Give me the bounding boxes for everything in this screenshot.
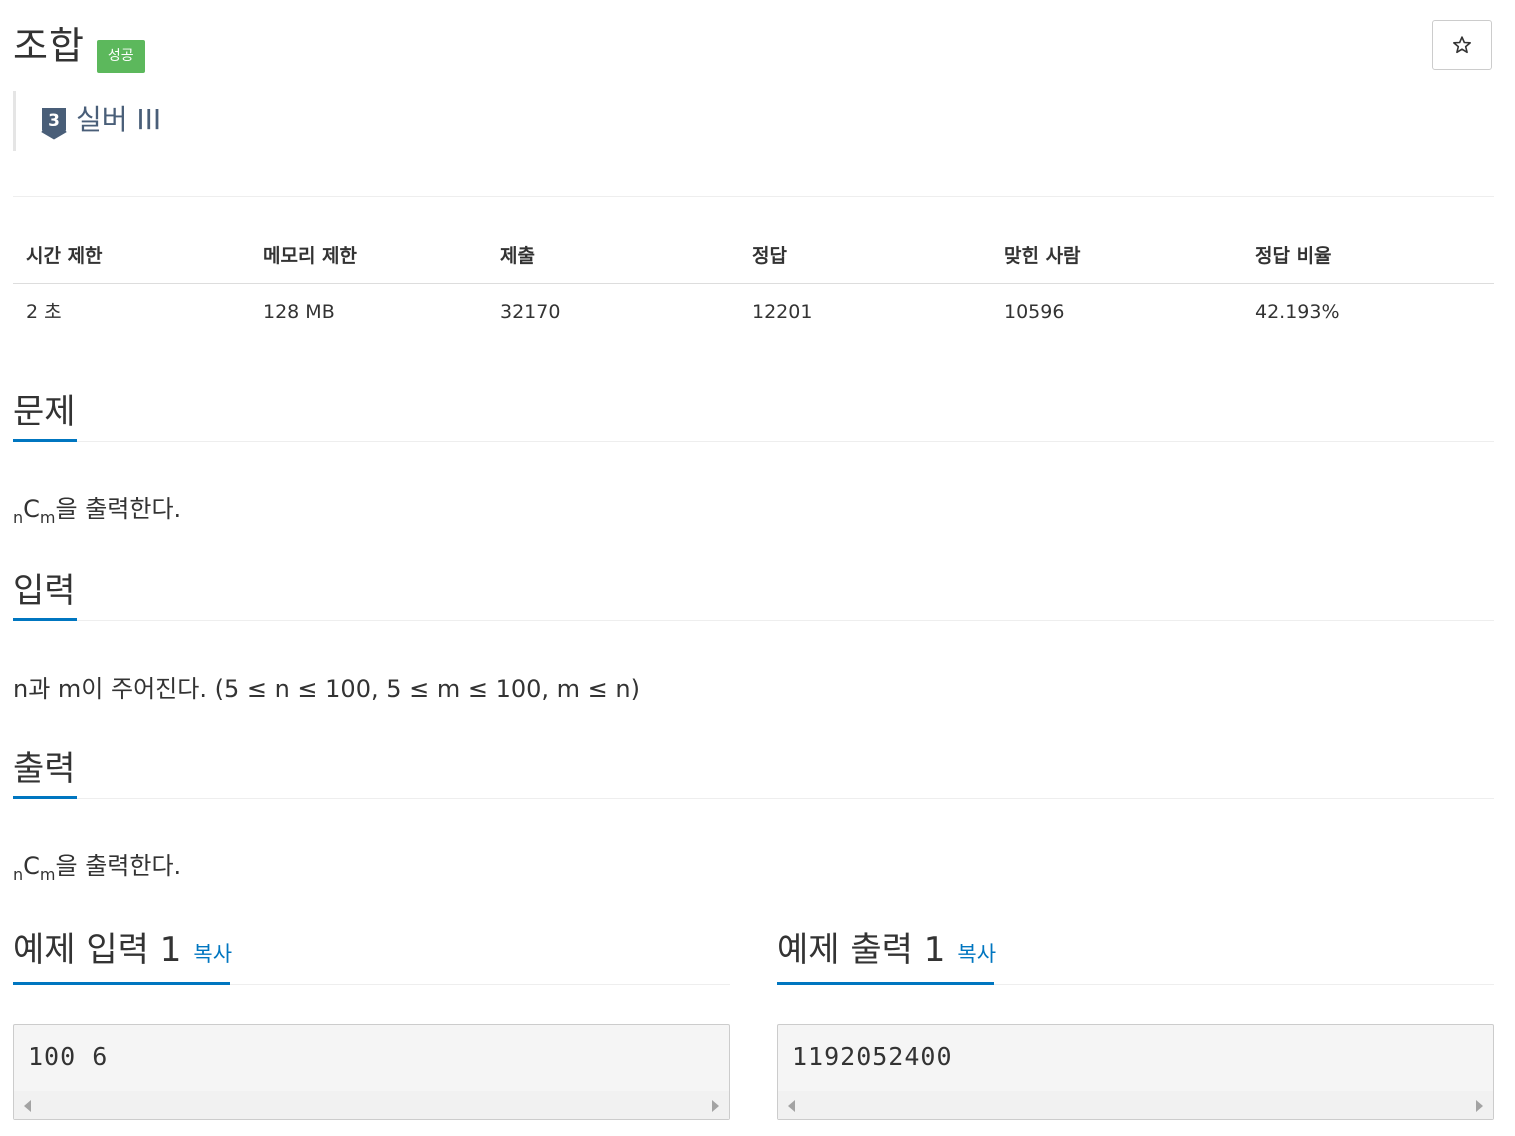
- sample-output-column: 예제 출력 1 복사 1192052400: [777, 926, 1494, 1120]
- output-heading: 출력: [13, 749, 76, 789]
- value-time-limit: 2 초: [26, 301, 62, 323]
- description-section-header: 문제: [13, 386, 1494, 446]
- tier-block: 3 실버 III: [13, 91, 316, 151]
- output-text: nCm을 출력한다.: [13, 849, 181, 892]
- scroll-left-arrow-icon[interactable]: [24, 1100, 31, 1112]
- header-ratio: 정답 비율: [1255, 245, 1332, 267]
- copy-sample-input-button[interactable]: 복사: [193, 942, 232, 966]
- sample-input-heading: 예제 입력 1 복사: [13, 926, 232, 978]
- sample-output-box[interactable]: 1192052400: [777, 1024, 1494, 1120]
- subscript-n: n: [13, 865, 24, 884]
- header-solvers: 맞힌 사람: [1004, 245, 1081, 267]
- copy-sample-output-button[interactable]: 복사: [957, 942, 996, 966]
- header-submissions: 제출: [500, 245, 535, 267]
- subscript-m: m: [39, 508, 56, 527]
- sample-output-header: 예제 출력 1 복사: [777, 926, 1494, 986]
- sample-output-heading: 예제 출력 1 복사: [777, 926, 996, 978]
- heading-divider: [994, 984, 1494, 985]
- favorite-star-button[interactable]: [1432, 20, 1492, 70]
- sample-input-column: 예제 입력 1 복사 100 6: [13, 926, 730, 1120]
- heading-underline: [777, 982, 994, 985]
- description-rest: 을 출력한다.: [55, 495, 182, 523]
- combination-c: C: [23, 495, 40, 523]
- value-memory-limit: 128 MB: [263, 301, 335, 323]
- header-time-limit: 시간 제한: [26, 245, 103, 267]
- heading-divider: [77, 441, 1494, 442]
- sample-input-title: 예제 입력 1: [13, 930, 182, 970]
- heading-underline: [13, 618, 77, 621]
- heading-divider: [230, 984, 730, 985]
- problem-info-table: 시간 제한 메모리 제한 제출 정답 맞힌 사람 정답 비율 2 초 128 M…: [13, 230, 1494, 340]
- description-heading: 문제: [13, 392, 76, 432]
- status-badge: 성공: [96, 40, 145, 73]
- header-accepted: 정답: [752, 245, 787, 267]
- info-value-row: 2 초 128 MB 32170 12201 10596 42.193%: [13, 284, 1494, 340]
- scroll-right-arrow-icon[interactable]: [1476, 1100, 1483, 1112]
- silver-tier-shield-icon: 3: [41, 108, 67, 140]
- scroll-right-arrow-icon[interactable]: [712, 1100, 719, 1112]
- sample-input-header: 예제 입력 1 복사: [13, 926, 730, 986]
- subscript-m: m: [39, 865, 56, 884]
- input-text: n과 m이 주어진다. (5 ≤ n ≤ 100, 5 ≤ m ≤ 100, m…: [13, 675, 640, 703]
- heading-underline: [13, 796, 77, 799]
- heading-divider: [77, 798, 1494, 799]
- title-row: 조합 성공: [13, 18, 145, 78]
- description-text: nCm을 출력한다.: [13, 492, 181, 535]
- value-solvers[interactable]: 10596: [1004, 284, 1064, 340]
- sample-output-title: 예제 출력 1: [777, 930, 946, 970]
- header-memory-limit: 메모리 제한: [263, 245, 358, 267]
- subscript-n: n: [13, 508, 24, 527]
- combination-c: C: [23, 852, 40, 880]
- horizontal-scrollbar[interactable]: [778, 1091, 1493, 1119]
- sample-output-content: 1192052400: [792, 1042, 953, 1071]
- input-heading: 입력: [13, 571, 76, 611]
- value-accepted[interactable]: 12201: [752, 284, 812, 340]
- input-section-header: 입력: [13, 565, 1494, 625]
- heading-divider: [77, 620, 1494, 621]
- sample-input-box[interactable]: 100 6: [13, 1024, 730, 1120]
- divider: [13, 196, 1494, 197]
- output-section-header: 출력: [13, 743, 1494, 803]
- star-outline-icon: [1453, 36, 1471, 54]
- tier-number: 3: [48, 111, 60, 131]
- problem-title: 조합: [13, 24, 85, 68]
- horizontal-scrollbar[interactable]: [14, 1091, 729, 1119]
- value-ratio: 42.193%: [1255, 301, 1340, 323]
- scroll-left-arrow-icon[interactable]: [788, 1100, 795, 1112]
- value-submissions[interactable]: 32170: [500, 284, 560, 340]
- heading-underline: [13, 982, 230, 985]
- tier-label[interactable]: 실버 III: [76, 102, 161, 138]
- sample-input-content: 100 6: [28, 1042, 109, 1071]
- heading-underline: [13, 439, 77, 442]
- output-rest: 을 출력한다.: [55, 852, 182, 880]
- info-header-row: 시간 제한 메모리 제한 제출 정답 맞힌 사람 정답 비율: [13, 230, 1494, 284]
